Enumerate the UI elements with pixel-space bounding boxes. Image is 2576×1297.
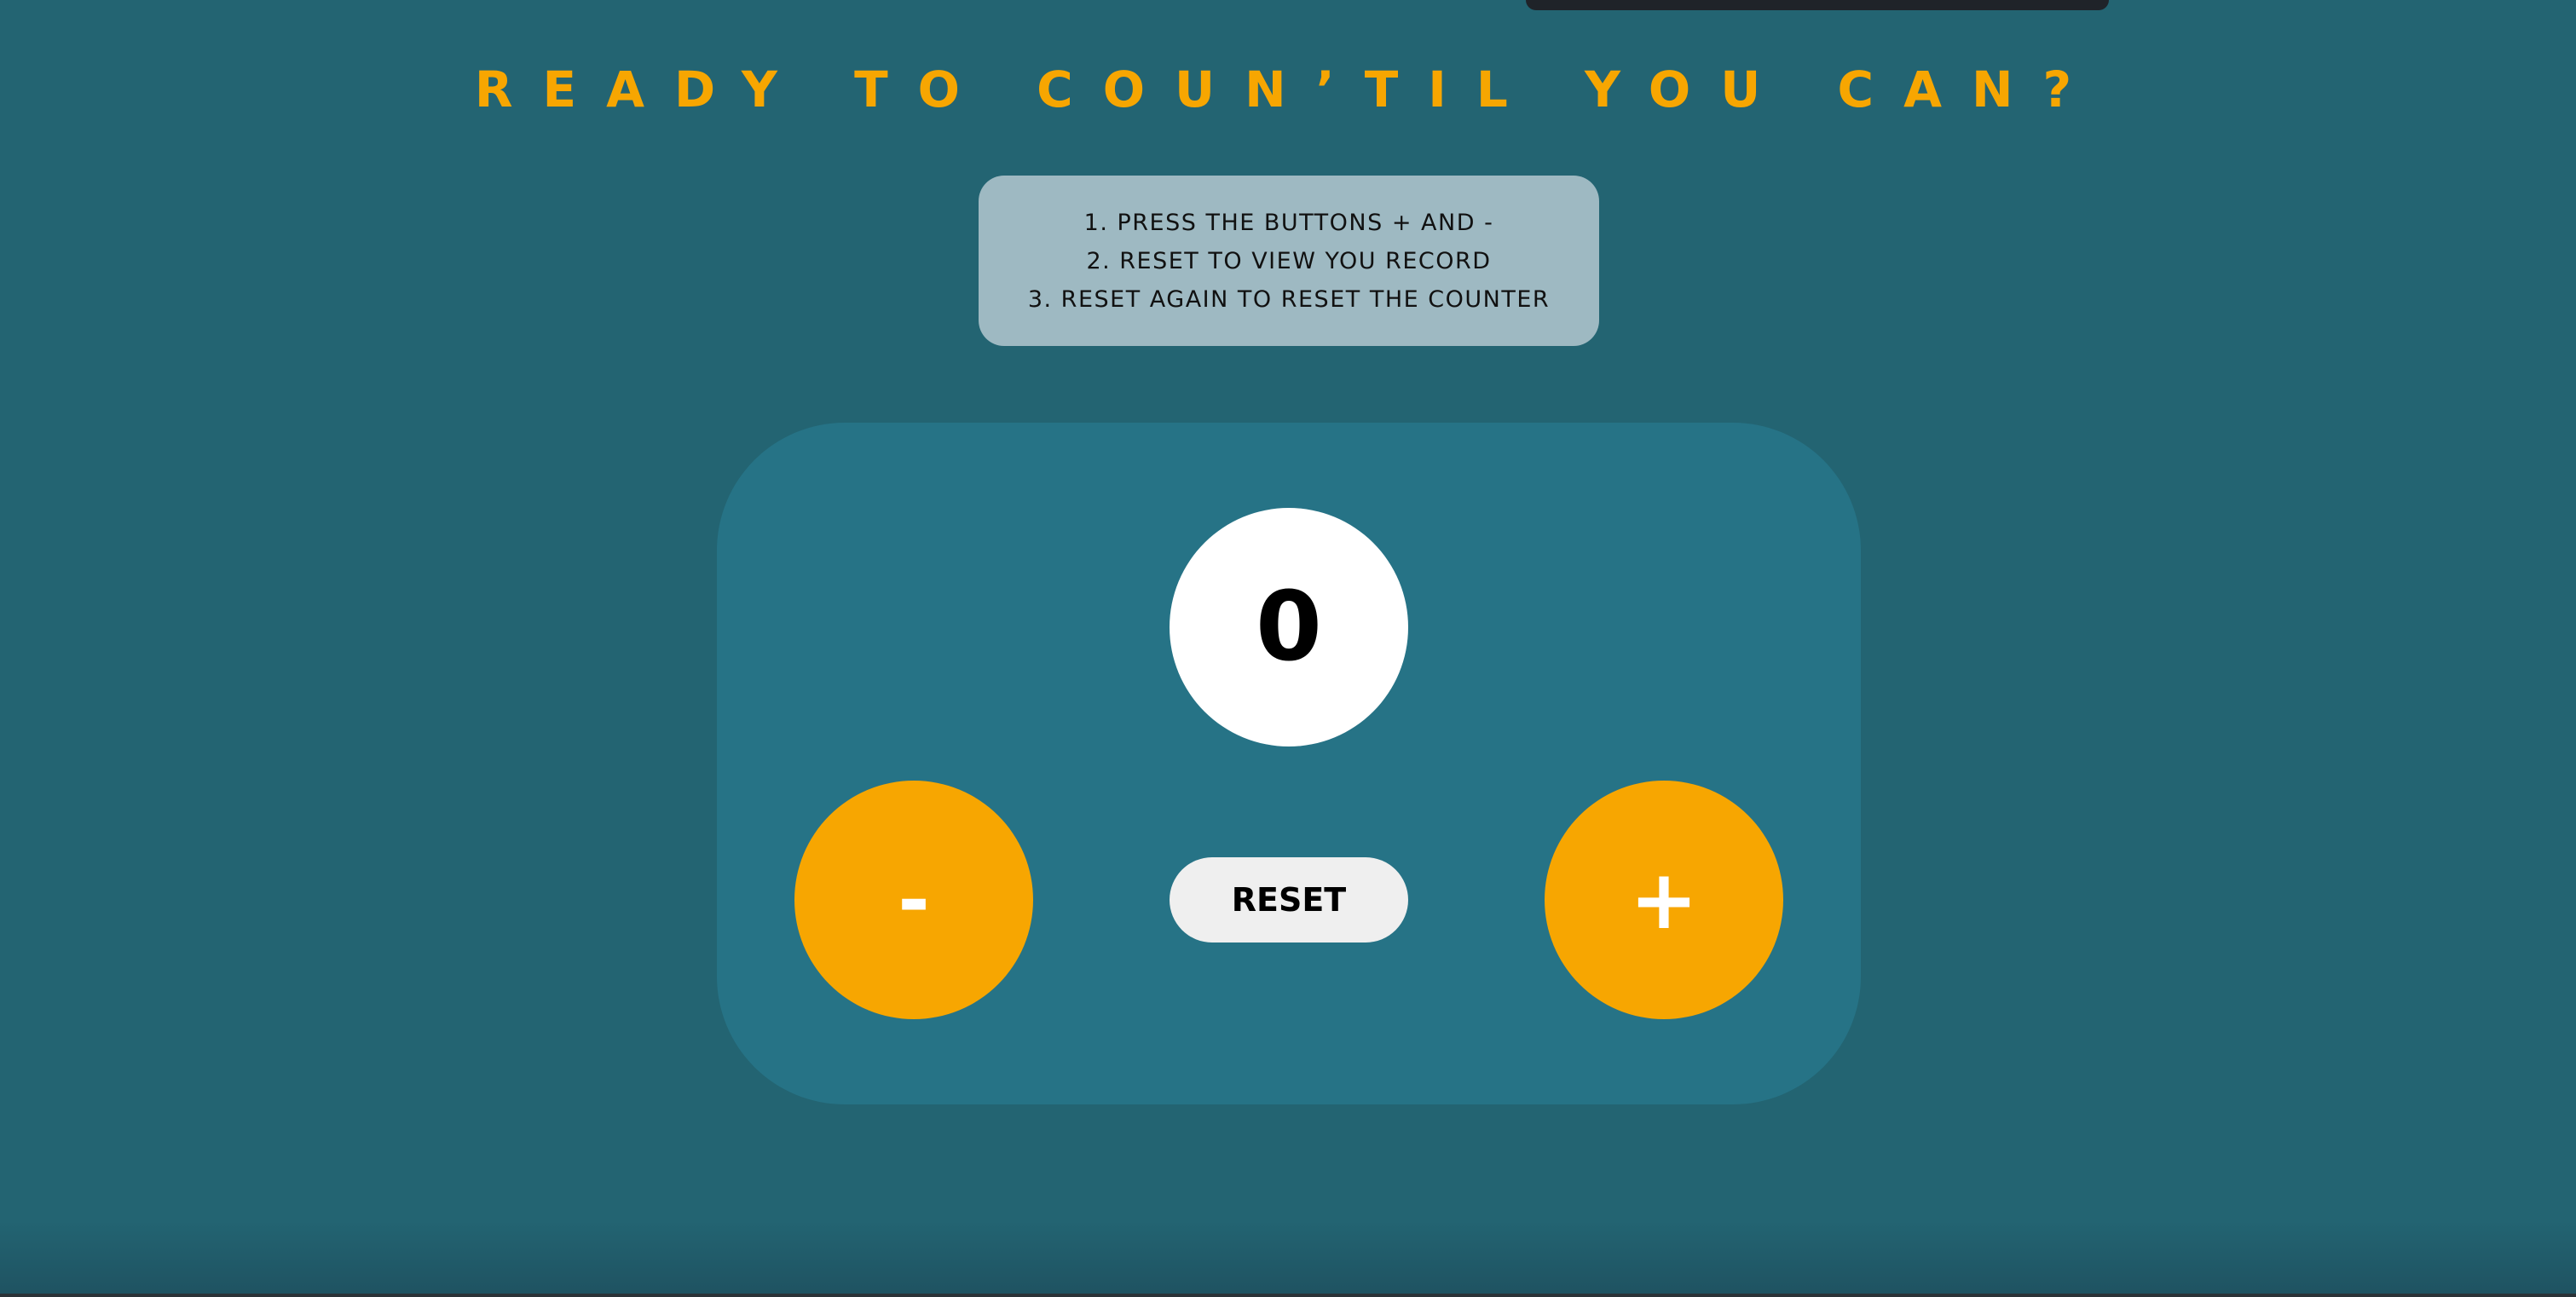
decrement-button[interactable]: -: [794, 781, 1033, 1019]
instruction-line-2: 2. RESET TO VIEW YOU RECORD: [1086, 248, 1492, 274]
instruction-line-1: 1. PRESS THE BUTTONS + AND -: [1083, 210, 1494, 236]
increment-button[interactable]: +: [1545, 781, 1783, 1019]
reset-button[interactable]: RESET: [1170, 857, 1408, 942]
window-top-tab: [1526, 0, 2109, 10]
instruction-line-3: 3. RESET AGAIN TO RESET THE COUNTER: [1027, 286, 1551, 313]
page-title: READY TO COUN’TIL YOU CAN?: [474, 61, 2102, 118]
bottom-shade: [0, 1220, 2576, 1297]
bottom-edge: [0, 1294, 2576, 1297]
count-display: 0: [1170, 508, 1408, 746]
instructions-box: 1. PRESS THE BUTTONS + AND - 2. RESET TO…: [979, 176, 1599, 346]
